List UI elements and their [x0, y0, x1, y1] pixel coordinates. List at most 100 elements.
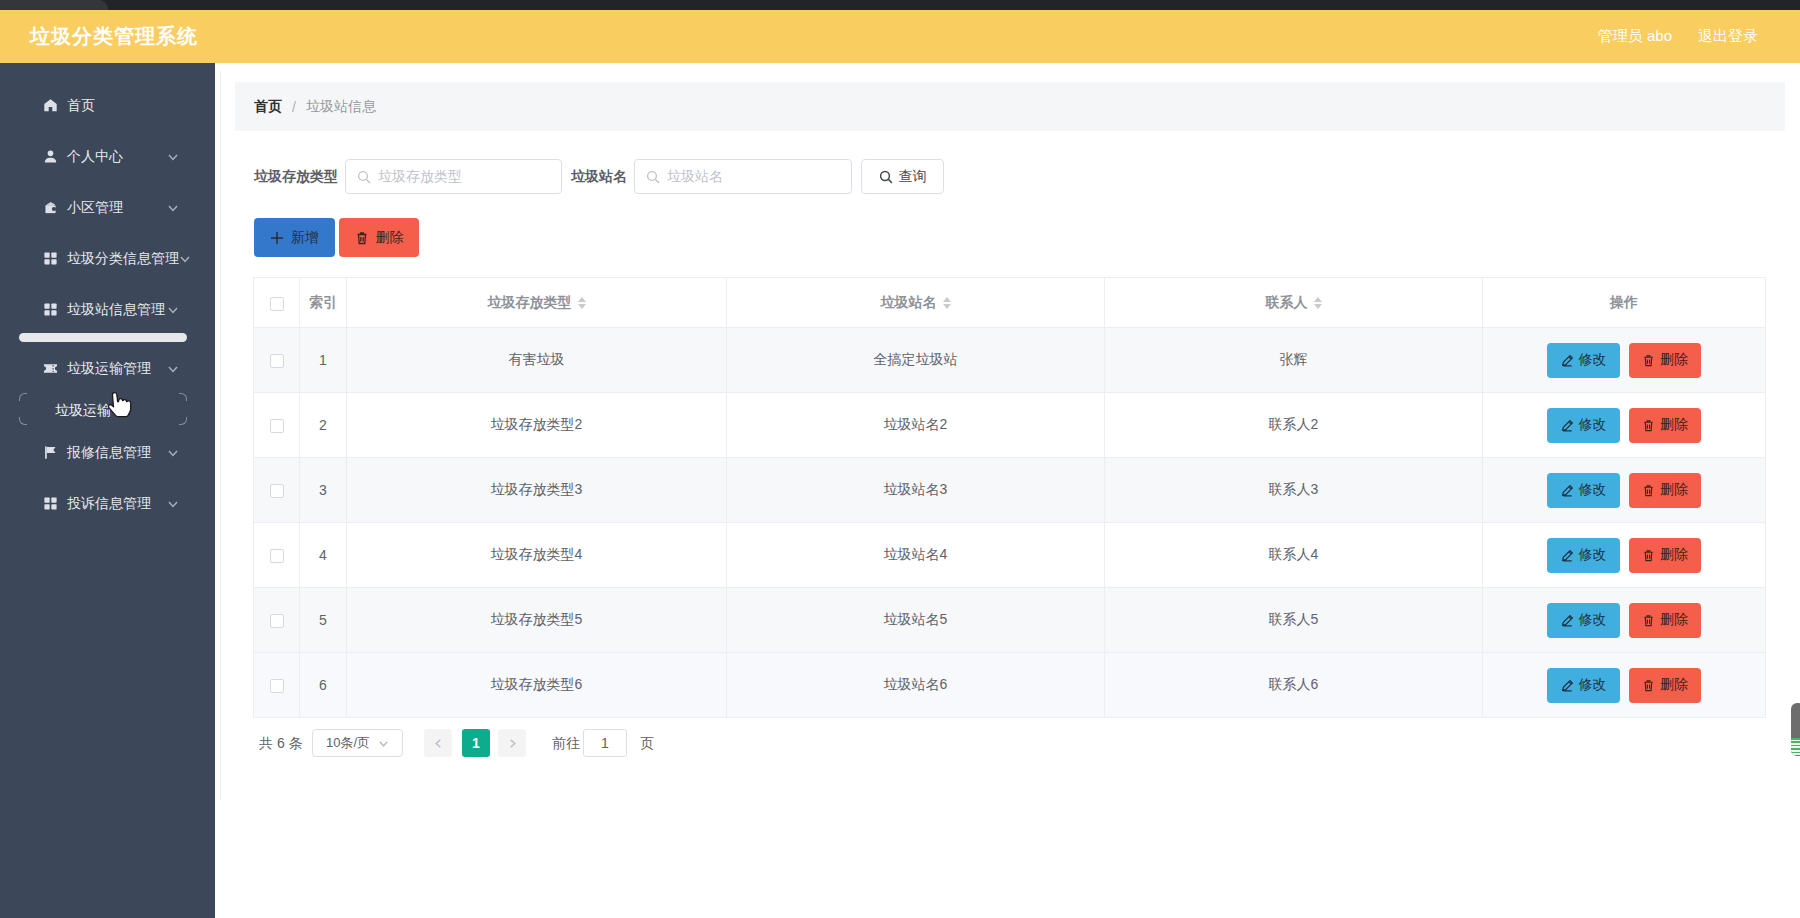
breadcrumb: 首页 / 垃圾站信息 — [235, 82, 1785, 131]
flag-icon — [42, 445, 58, 461]
row-checkbox[interactable] — [270, 484, 284, 498]
edit-button[interactable]: 修改 — [1547, 668, 1620, 703]
row-checkbox[interactable] — [270, 419, 284, 433]
chevron-left-icon — [433, 738, 444, 749]
search-icon — [646, 170, 660, 184]
pen-icon — [1561, 354, 1574, 367]
trash-icon — [1642, 614, 1655, 627]
add-button[interactable]: 新增 — [254, 218, 335, 257]
chevron-down-icon — [167, 498, 179, 510]
home-icon — [42, 98, 58, 114]
sidebar-subitem[interactable]: 垃圾运输 — [0, 394, 215, 427]
row-checkbox[interactable] — [270, 549, 284, 563]
table-row: 1 有害垃圾 全搞定垃圾站 张辉 修改 删除 — [254, 328, 1766, 393]
sidebar-item-4[interactable]: 垃圾分类信息管理 — [0, 233, 215, 284]
sidebar-item-7[interactable]: 报修信息管理 — [0, 427, 215, 478]
app-header: 垃圾分类管理系统 管理员 abo 退出登录 — [0, 10, 1800, 63]
chevron-down-icon — [167, 202, 179, 214]
sidebar-item-label: 小区管理 — [67, 199, 123, 217]
filter-name-input[interactable]: 垃圾站名 — [634, 159, 852, 194]
sidebar-subitem-label: 垃圾运输 — [55, 402, 111, 420]
user-icon — [42, 149, 58, 165]
browser-tab-silhouette — [0, 0, 108, 10]
scrollbar-thumb[interactable] — [1791, 703, 1800, 756]
sidebar-scroll-pill[interactable] — [19, 333, 187, 342]
sidebar-item-3[interactable]: 小区管理 — [0, 182, 215, 233]
sidebar-menu: 首页 个人中心 小区管理 垃圾分类信息管理 垃圾站信息管理 — [0, 63, 215, 529]
edit-button[interactable]: 修改 — [1547, 408, 1620, 443]
sort-carets-icon[interactable] — [1314, 297, 1322, 309]
chevron-down-icon — [167, 363, 179, 375]
row-checkbox[interactable] — [270, 354, 284, 368]
breadcrumb-separator: / — [292, 99, 296, 115]
chevron-down-icon — [167, 447, 179, 459]
column-header-station[interactable]: 垃圾站名 — [727, 278, 1105, 328]
grid-icon — [42, 251, 58, 267]
pagination: 共 6 条 10条/页 1 前往 1 页 — [215, 729, 1800, 757]
column-header-contact[interactable]: 联系人 — [1105, 278, 1483, 328]
trash-icon — [1642, 354, 1655, 367]
search-icon — [879, 170, 893, 184]
page-size-select[interactable]: 10条/页 — [312, 729, 403, 757]
sidebar-item-8[interactable]: 投诉信息管理 — [0, 478, 215, 529]
select-all-checkbox[interactable] — [270, 297, 284, 311]
sidebar: 首页 个人中心 小区管理 垃圾分类信息管理 垃圾站信息管理 — [0, 63, 215, 918]
search-button[interactable]: 查询 — [861, 159, 944, 194]
sidebar-item-label: 个人中心 — [67, 148, 123, 166]
filter-type-placeholder: 垃圾存放类型 — [378, 168, 462, 186]
sidebar-item-2[interactable]: 个人中心 — [0, 131, 215, 182]
grid-icon — [42, 302, 58, 318]
filter-name-placeholder: 垃圾站名 — [667, 168, 723, 186]
edit-button[interactable]: 修改 — [1547, 473, 1620, 508]
header-right: 管理员 abo 退出登录 — [1598, 27, 1758, 46]
delete-row-button[interactable]: 删除 — [1629, 538, 1701, 573]
logout-link[interactable]: 退出登录 — [1698, 27, 1758, 46]
sidebar-item-6[interactable]: 垃圾运输管理 — [0, 343, 215, 394]
trash-icon — [1642, 484, 1655, 497]
next-page-button[interactable] — [498, 729, 526, 757]
user-label[interactable]: 管理员 abo — [1598, 27, 1672, 46]
goto-page-input[interactable]: 1 — [583, 729, 627, 757]
prev-page-button[interactable] — [424, 729, 452, 757]
row-checkbox[interactable] — [270, 614, 284, 628]
pagination-total: 共 6 条 — [259, 729, 303, 757]
sidebar-item-label: 报修信息管理 — [67, 444, 151, 462]
breadcrumb-home[interactable]: 首页 — [254, 98, 282, 116]
table-row: 5 垃圾存放类型5 垃圾站名5 联系人5 修改 删除 — [254, 588, 1766, 653]
sort-carets-icon[interactable] — [578, 297, 586, 309]
table-row: 6 垃圾存放类型6 垃圾站名6 联系人6 修改 删除 — [254, 653, 1766, 718]
delete-row-button[interactable]: 删除 — [1629, 408, 1701, 443]
sidebar-item-label: 首页 — [67, 97, 95, 115]
pen-icon — [1561, 419, 1574, 432]
edit-button[interactable]: 修改 — [1547, 603, 1620, 638]
sidebar-item-5[interactable]: 垃圾站信息管理 — [0, 284, 215, 335]
delete-button[interactable]: 删除 — [339, 218, 419, 257]
delete-row-button[interactable]: 删除 — [1629, 343, 1701, 378]
pen-icon — [1561, 679, 1574, 692]
filter-row: 垃圾存放类型 垃圾存放类型 垃圾站名 垃圾站名 查询 — [215, 159, 1800, 194]
edit-button[interactable]: 修改 — [1547, 343, 1620, 378]
current-page-button[interactable]: 1 — [462, 729, 490, 757]
edit-button[interactable]: 修改 — [1547, 538, 1620, 573]
trash-icon — [355, 231, 369, 245]
filter-name-label: 垃圾站名 — [571, 159, 627, 194]
table-row: 2 垃圾存放类型2 垃圾站名2 联系人2 修改 删除 — [254, 393, 1766, 458]
filter-type-label: 垃圾存放类型 — [254, 159, 338, 194]
sidebar-item-label: 垃圾站信息管理 — [67, 301, 165, 319]
sidebar-item-label: 垃圾运输管理 — [67, 360, 151, 378]
sort-carets-icon[interactable] — [943, 297, 951, 309]
pen-icon — [1561, 484, 1574, 497]
breadcrumb-current: 垃圾站信息 — [306, 98, 376, 116]
row-checkbox[interactable] — [270, 679, 284, 693]
filter-type-input[interactable]: 垃圾存放类型 — [345, 159, 562, 194]
search-icon — [357, 170, 371, 184]
column-header-type[interactable]: 垃圾存放类型 — [347, 278, 727, 328]
sidebar-item-1[interactable]: 首页 — [0, 80, 215, 131]
main-content: 首页 / 垃圾站信息 垃圾存放类型 垃圾存放类型 垃圾站名 垃圾站名 查询 — [215, 63, 1800, 918]
delete-row-button[interactable]: 删除 — [1629, 603, 1701, 638]
table-row: 4 垃圾存放类型4 垃圾站名4 联系人4 修改 删除 — [254, 523, 1766, 588]
search-button-label: 查询 — [899, 168, 927, 186]
delete-row-button[interactable]: 删除 — [1629, 668, 1701, 703]
trash-icon — [1642, 419, 1655, 432]
delete-row-button[interactable]: 删除 — [1629, 473, 1701, 508]
